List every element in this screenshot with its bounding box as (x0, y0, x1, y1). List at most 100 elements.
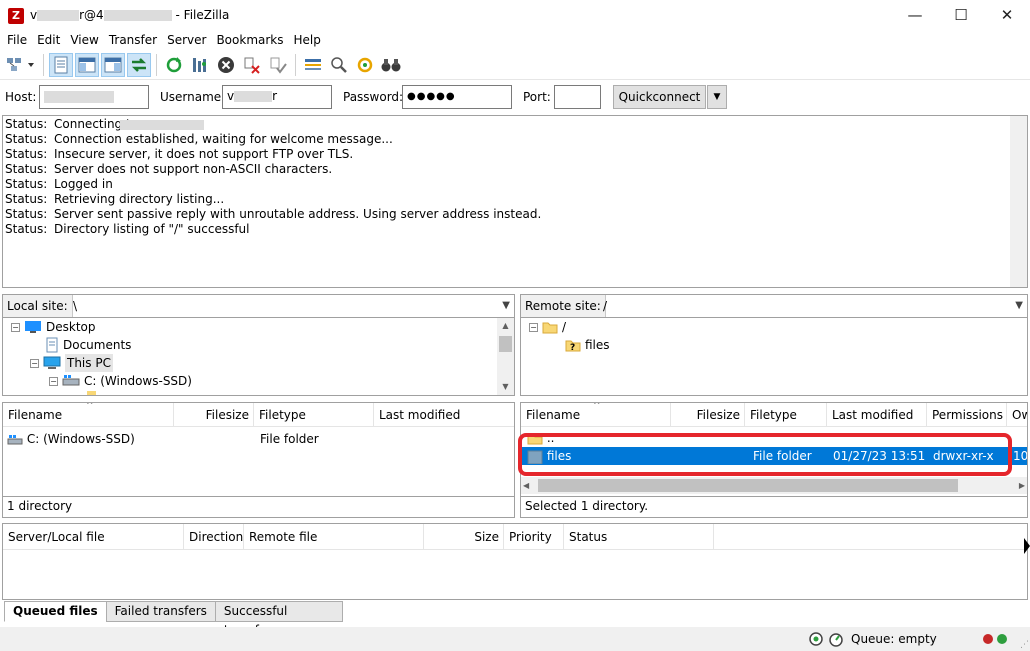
scrollbar-thumb[interactable] (538, 479, 958, 492)
tree-item-this-pc[interactable]: − This PC (30, 354, 113, 372)
table-row[interactable]: C: (Windows-SSD) File folder (3, 430, 514, 448)
filezilla-logo-icon: Z (8, 8, 24, 24)
collapse-icon[interactable]: − (11, 322, 20, 332)
queue-tabs: Queued files Failed transfers Successful… (4, 601, 343, 637)
host-input[interactable] (39, 85, 149, 109)
redacted-block (120, 120, 204, 130)
remote-status-line: Selected 1 directory. (520, 497, 1028, 518)
column-last-modified[interactable]: Last modified (374, 403, 514, 427)
username-input[interactable]: vr (222, 85, 332, 109)
scroll-left-arrow-icon[interactable]: ◀ (523, 481, 529, 490)
column-filetype[interactable]: Filetype (254, 403, 374, 427)
reconnect-icon[interactable] (266, 53, 290, 77)
maximize-button[interactable]: ☐ (938, 0, 984, 31)
log-line: Status: Server does not support non-ASCII… (5, 162, 333, 176)
column-priority[interactable]: Priority (504, 524, 564, 550)
port-input[interactable] (554, 85, 601, 109)
queue-header: Server/Local file Direction Remote file … (3, 524, 1027, 550)
password-label: Password: (343, 90, 404, 104)
cancel-operation-icon[interactable] (214, 53, 238, 77)
collapse-icon[interactable]: − (30, 358, 39, 368)
local-file-list[interactable]: Filename Filesize Filetype Last modified… (2, 402, 515, 497)
log-scrollbar[interactable] (1010, 116, 1027, 287)
chevron-down-icon[interactable]: ▼ (502, 295, 510, 317)
disconnect-icon[interactable] (240, 53, 264, 77)
tab-queued-files[interactable]: Queued files (4, 601, 107, 622)
quickconnect-bar: Host: Username: vr Password: ●●●●● Port:… (0, 81, 1030, 114)
tree-item-root[interactable]: − / (529, 318, 566, 336)
remote-site-bar: Remote site: / ▼ (520, 294, 1028, 318)
search-binoculars-icon[interactable] (379, 53, 403, 77)
menu-server[interactable]: Server (162, 31, 211, 50)
refresh-icon[interactable] (162, 53, 186, 77)
quickconnect-button[interactable]: Quickconnect (613, 85, 706, 109)
highlight-annotation (518, 433, 1012, 476)
toggle-remote-tree-icon[interactable] (101, 52, 125, 77)
network-config-icon[interactable] (808, 631, 824, 650)
column-direction[interactable]: Direction (184, 524, 244, 550)
local-directory-tree[interactable]: − Desktop Documents − This PC − C: (Wind… (2, 318, 515, 396)
log-line: Status: Insecure server, it does not supp… (5, 147, 354, 161)
menu-transfer[interactable]: Transfer (104, 31, 162, 50)
scroll-up-arrow-icon[interactable]: ▲ (497, 318, 514, 334)
menu-bar: File Edit View Transfer Server Bookmarks… (0, 31, 1030, 50)
sort-up-icon: ^ (593, 402, 601, 411)
menu-bookmarks[interactable]: Bookmarks (211, 31, 288, 50)
directory-filter-icon[interactable] (301, 53, 325, 77)
column-server-local-file[interactable]: Server/Local file (3, 524, 184, 550)
scroll-down-arrow-icon[interactable]: ▼ (497, 379, 514, 395)
resize-grip-icon[interactable]: ⋰ (1020, 640, 1029, 650)
site-manager-icon[interactable] (4, 53, 38, 77)
svg-text:?: ? (570, 343, 575, 352)
chevron-down-icon[interactable]: ▼ (1015, 295, 1023, 317)
column-filesize[interactable]: Filesize (174, 403, 254, 427)
scroll-right-arrow-icon[interactable]: ▶ (1019, 481, 1025, 490)
speed-limit-icon[interactable] (828, 631, 844, 650)
tree-item-c-drive[interactable]: − C: (Windows-SSD) (49, 372, 192, 390)
toolbar-separator (295, 53, 296, 76)
toolbar-separator (43, 53, 44, 76)
directory-comparison-icon[interactable] (327, 53, 351, 77)
remote-horizontal-scrollbar[interactable]: ◀ ▶ (521, 477, 1027, 494)
redacted-block (103, 10, 172, 21)
menu-file[interactable]: File (2, 31, 32, 50)
tab-failed-transfers[interactable]: Failed transfers (105, 601, 216, 622)
column-status[interactable]: Status (564, 524, 714, 550)
transfer-queue[interactable]: Server/Local file Direction Remote file … (2, 523, 1028, 600)
column-owner[interactable]: Ow (1007, 403, 1027, 427)
menu-view[interactable]: View (65, 31, 103, 50)
collapse-icon[interactable]: − (49, 376, 58, 386)
column-permissions[interactable]: Permissions (927, 403, 1007, 427)
toggle-transfer-queue-icon[interactable] (127, 52, 151, 77)
password-input[interactable]: ●●●●● (402, 85, 512, 109)
tree-item-files[interactable]: ? files (565, 336, 610, 354)
toggle-local-tree-icon[interactable] (75, 52, 99, 77)
menu-help[interactable]: Help (289, 31, 326, 50)
menu-edit[interactable]: Edit (32, 31, 65, 50)
local-tree-scrollbar[interactable]: ▲ ▼ (497, 318, 514, 395)
column-filesize[interactable]: Filesize (671, 403, 745, 427)
minimize-button[interactable]: — (892, 0, 938, 31)
desktop-icon (25, 321, 41, 333)
remote-directory-tree[interactable]: − / ? files (520, 318, 1028, 396)
tree-item-desktop[interactable]: − Desktop (11, 318, 96, 336)
local-site-path[interactable]: \ (73, 295, 77, 317)
log-line: Status: Logged in (5, 177, 113, 191)
close-button[interactable]: ✕ (984, 0, 1030, 31)
remote-site-path[interactable]: / (603, 295, 607, 317)
process-queue-icon[interactable] (188, 53, 212, 77)
scrollbar-thumb[interactable] (499, 336, 512, 352)
column-last-modified[interactable]: Last modified (827, 403, 927, 427)
column-filetype[interactable]: Filetype (745, 403, 827, 427)
toggle-message-log-icon[interactable] (49, 52, 73, 77)
message-log[interactable]: Status: Connecting to ... Status: Connecti… (2, 115, 1028, 288)
local-status-line: 1 directory (2, 497, 515, 518)
tab-successful-transfers[interactable]: Successful transfers (214, 601, 343, 637)
collapse-icon[interactable]: − (529, 322, 538, 332)
quickconnect-dropdown-button[interactable]: ▼ (707, 85, 727, 109)
tree-item-documents[interactable]: Documents (45, 336, 131, 354)
sync-browsing-icon[interactable] (353, 53, 377, 77)
column-size[interactable]: Size (424, 524, 504, 550)
column-remote-file[interactable]: Remote file (244, 524, 424, 550)
log-line: Status: Connection established, waiting f… (5, 132, 393, 146)
